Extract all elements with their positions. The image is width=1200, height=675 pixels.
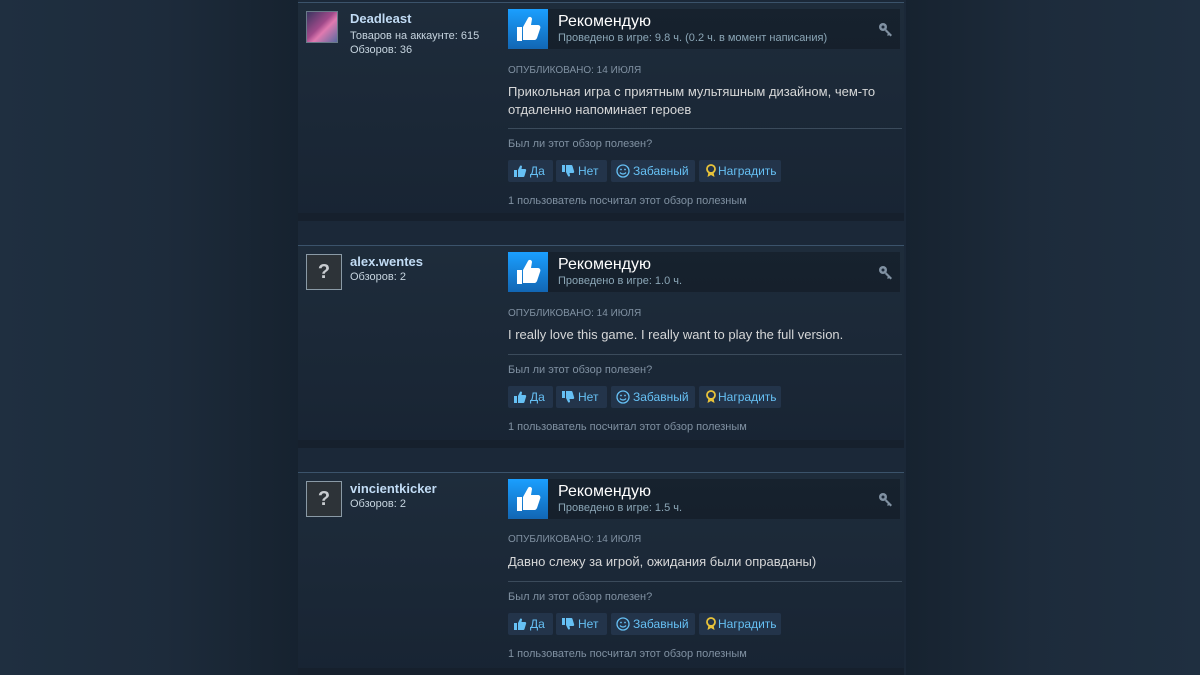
vote-header[interactable]: Рекомендую Проведено в игре: 1.0 ч. xyxy=(508,252,900,292)
yes-label: Да xyxy=(530,390,545,404)
thumbs-down-small-icon xyxy=(562,618,575,630)
divider xyxy=(508,128,902,129)
background-right xyxy=(900,0,1200,675)
funny-label: Забавный xyxy=(633,390,689,404)
yes-label: Да xyxy=(530,164,545,178)
thumbs-down-small-icon xyxy=(562,165,575,177)
no-button[interactable]: Нет xyxy=(556,613,607,635)
author-reviews-count[interactable]: Обзоров: 2 xyxy=(350,271,406,283)
key-icon[interactable] xyxy=(878,21,894,37)
smiley-icon xyxy=(616,390,630,404)
award-button[interactable]: Наградить xyxy=(699,160,781,182)
yes-button[interactable]: Да xyxy=(508,386,553,408)
no-label: Нет xyxy=(578,390,599,404)
hours-played: Проведено в игре: 1.0 ч. xyxy=(558,275,683,287)
award-label: Наградить xyxy=(718,390,777,404)
avatar[interactable]: ? xyxy=(306,254,342,290)
helpful-count: 1 пользователь посчитал этот обзор полез… xyxy=(508,421,747,433)
award-label: Наградить xyxy=(718,617,777,631)
reviews-column: Deadleast Товаров на аккаунте: 615 Обзор… xyxy=(298,0,906,675)
hours-played: Проведено в игре: 1.5 ч. xyxy=(558,502,683,514)
funny-button[interactable]: Забавный xyxy=(611,386,695,408)
award-ribbon-icon xyxy=(706,617,716,630)
no-button[interactable]: Нет xyxy=(556,160,607,182)
funny-button[interactable]: Забавный xyxy=(611,613,695,635)
no-button[interactable]: Нет xyxy=(556,386,607,408)
funny-label: Забавный xyxy=(633,617,689,631)
thumbs-up-small-icon xyxy=(514,618,527,630)
award-button[interactable]: Наградить xyxy=(699,613,781,635)
thumbs-up-icon xyxy=(508,252,548,292)
thumbs-up-small-icon xyxy=(514,391,527,403)
review-card: ? vincientkicker Обзоров: 2 Рекомендую П… xyxy=(298,472,904,675)
avatar[interactable] xyxy=(306,11,338,43)
helpful-question: Был ли этот обзор полезен? xyxy=(508,591,653,603)
author-name[interactable]: alex.wentes xyxy=(350,254,423,269)
author-name[interactable]: vincientkicker xyxy=(350,481,437,496)
author-reviews-count[interactable]: Обзоров: 2 xyxy=(350,498,406,510)
author-name[interactable]: Deadleast xyxy=(350,11,411,26)
thumbs-up-small-icon xyxy=(514,165,527,177)
thumbs-down-small-icon xyxy=(562,391,575,403)
author-reviews-count[interactable]: Обзоров: 36 xyxy=(350,44,412,56)
no-label: Нет xyxy=(578,617,599,631)
helpful-count: 1 пользователь посчитал этот обзор полез… xyxy=(508,648,747,660)
award-button[interactable]: Наградить xyxy=(699,386,781,408)
funny-label: Забавный xyxy=(633,164,689,178)
review-text: I really love this game. I really want t… xyxy=(508,327,844,342)
review-text: Прикольная игра с приятным мультяшным ди… xyxy=(508,84,876,117)
key-icon[interactable] xyxy=(878,264,894,280)
background-left xyxy=(0,0,300,675)
yes-label: Да xyxy=(530,617,545,631)
helpful-count: 1 пользователь посчитал этот обзор полез… xyxy=(508,195,747,207)
hours-played: Проведено в игре: 9.8 ч. (0.2 ч. в момен… xyxy=(558,32,828,44)
award-ribbon-icon xyxy=(706,390,716,403)
thumbs-up-icon xyxy=(508,479,548,519)
divider xyxy=(508,581,902,582)
yes-button[interactable]: Да xyxy=(508,613,553,635)
smiley-icon xyxy=(616,164,630,178)
award-label: Наградить xyxy=(718,164,777,178)
review-card: ? alex.wentes Обзоров: 2 Рекомендую Пров… xyxy=(298,245,904,448)
funny-button[interactable]: Забавный xyxy=(611,160,695,182)
posted-date: ОПУБЛИКОВАНО: 14 ИЮЛЯ xyxy=(508,534,642,545)
no-label: Нет xyxy=(578,164,599,178)
helpful-question: Был ли этот обзор полезен? xyxy=(508,138,653,150)
posted-date: ОПУБЛИКОВАНО: 14 ИЮЛЯ xyxy=(508,65,642,76)
divider xyxy=(508,354,902,355)
yes-button[interactable]: Да xyxy=(508,160,553,182)
smiley-icon xyxy=(616,617,630,631)
review-card: Deadleast Товаров на аккаунте: 615 Обзор… xyxy=(298,2,904,221)
vote-header[interactable]: Рекомендую Проведено в игре: 9.8 ч. (0.2… xyxy=(508,9,900,49)
avatar[interactable]: ? xyxy=(306,481,342,517)
posted-date: ОПУБЛИКОВАНО: 14 ИЮЛЯ xyxy=(508,308,642,319)
key-icon[interactable] xyxy=(878,491,894,507)
thumbs-up-icon xyxy=(508,9,548,49)
recommendation-title: Рекомендую xyxy=(558,13,652,30)
award-ribbon-icon xyxy=(706,164,716,177)
author-products-count[interactable]: Товаров на аккаунте: 615 xyxy=(350,30,479,42)
recommendation-title: Рекомендую xyxy=(558,256,652,273)
vote-header[interactable]: Рекомендую Проведено в игре: 1.5 ч. xyxy=(508,479,900,519)
helpful-question: Был ли этот обзор полезен? xyxy=(508,364,653,376)
recommendation-title: Рекомендую xyxy=(558,483,652,500)
review-text: Давно слежу за игрой, ожидания были опра… xyxy=(508,554,817,569)
